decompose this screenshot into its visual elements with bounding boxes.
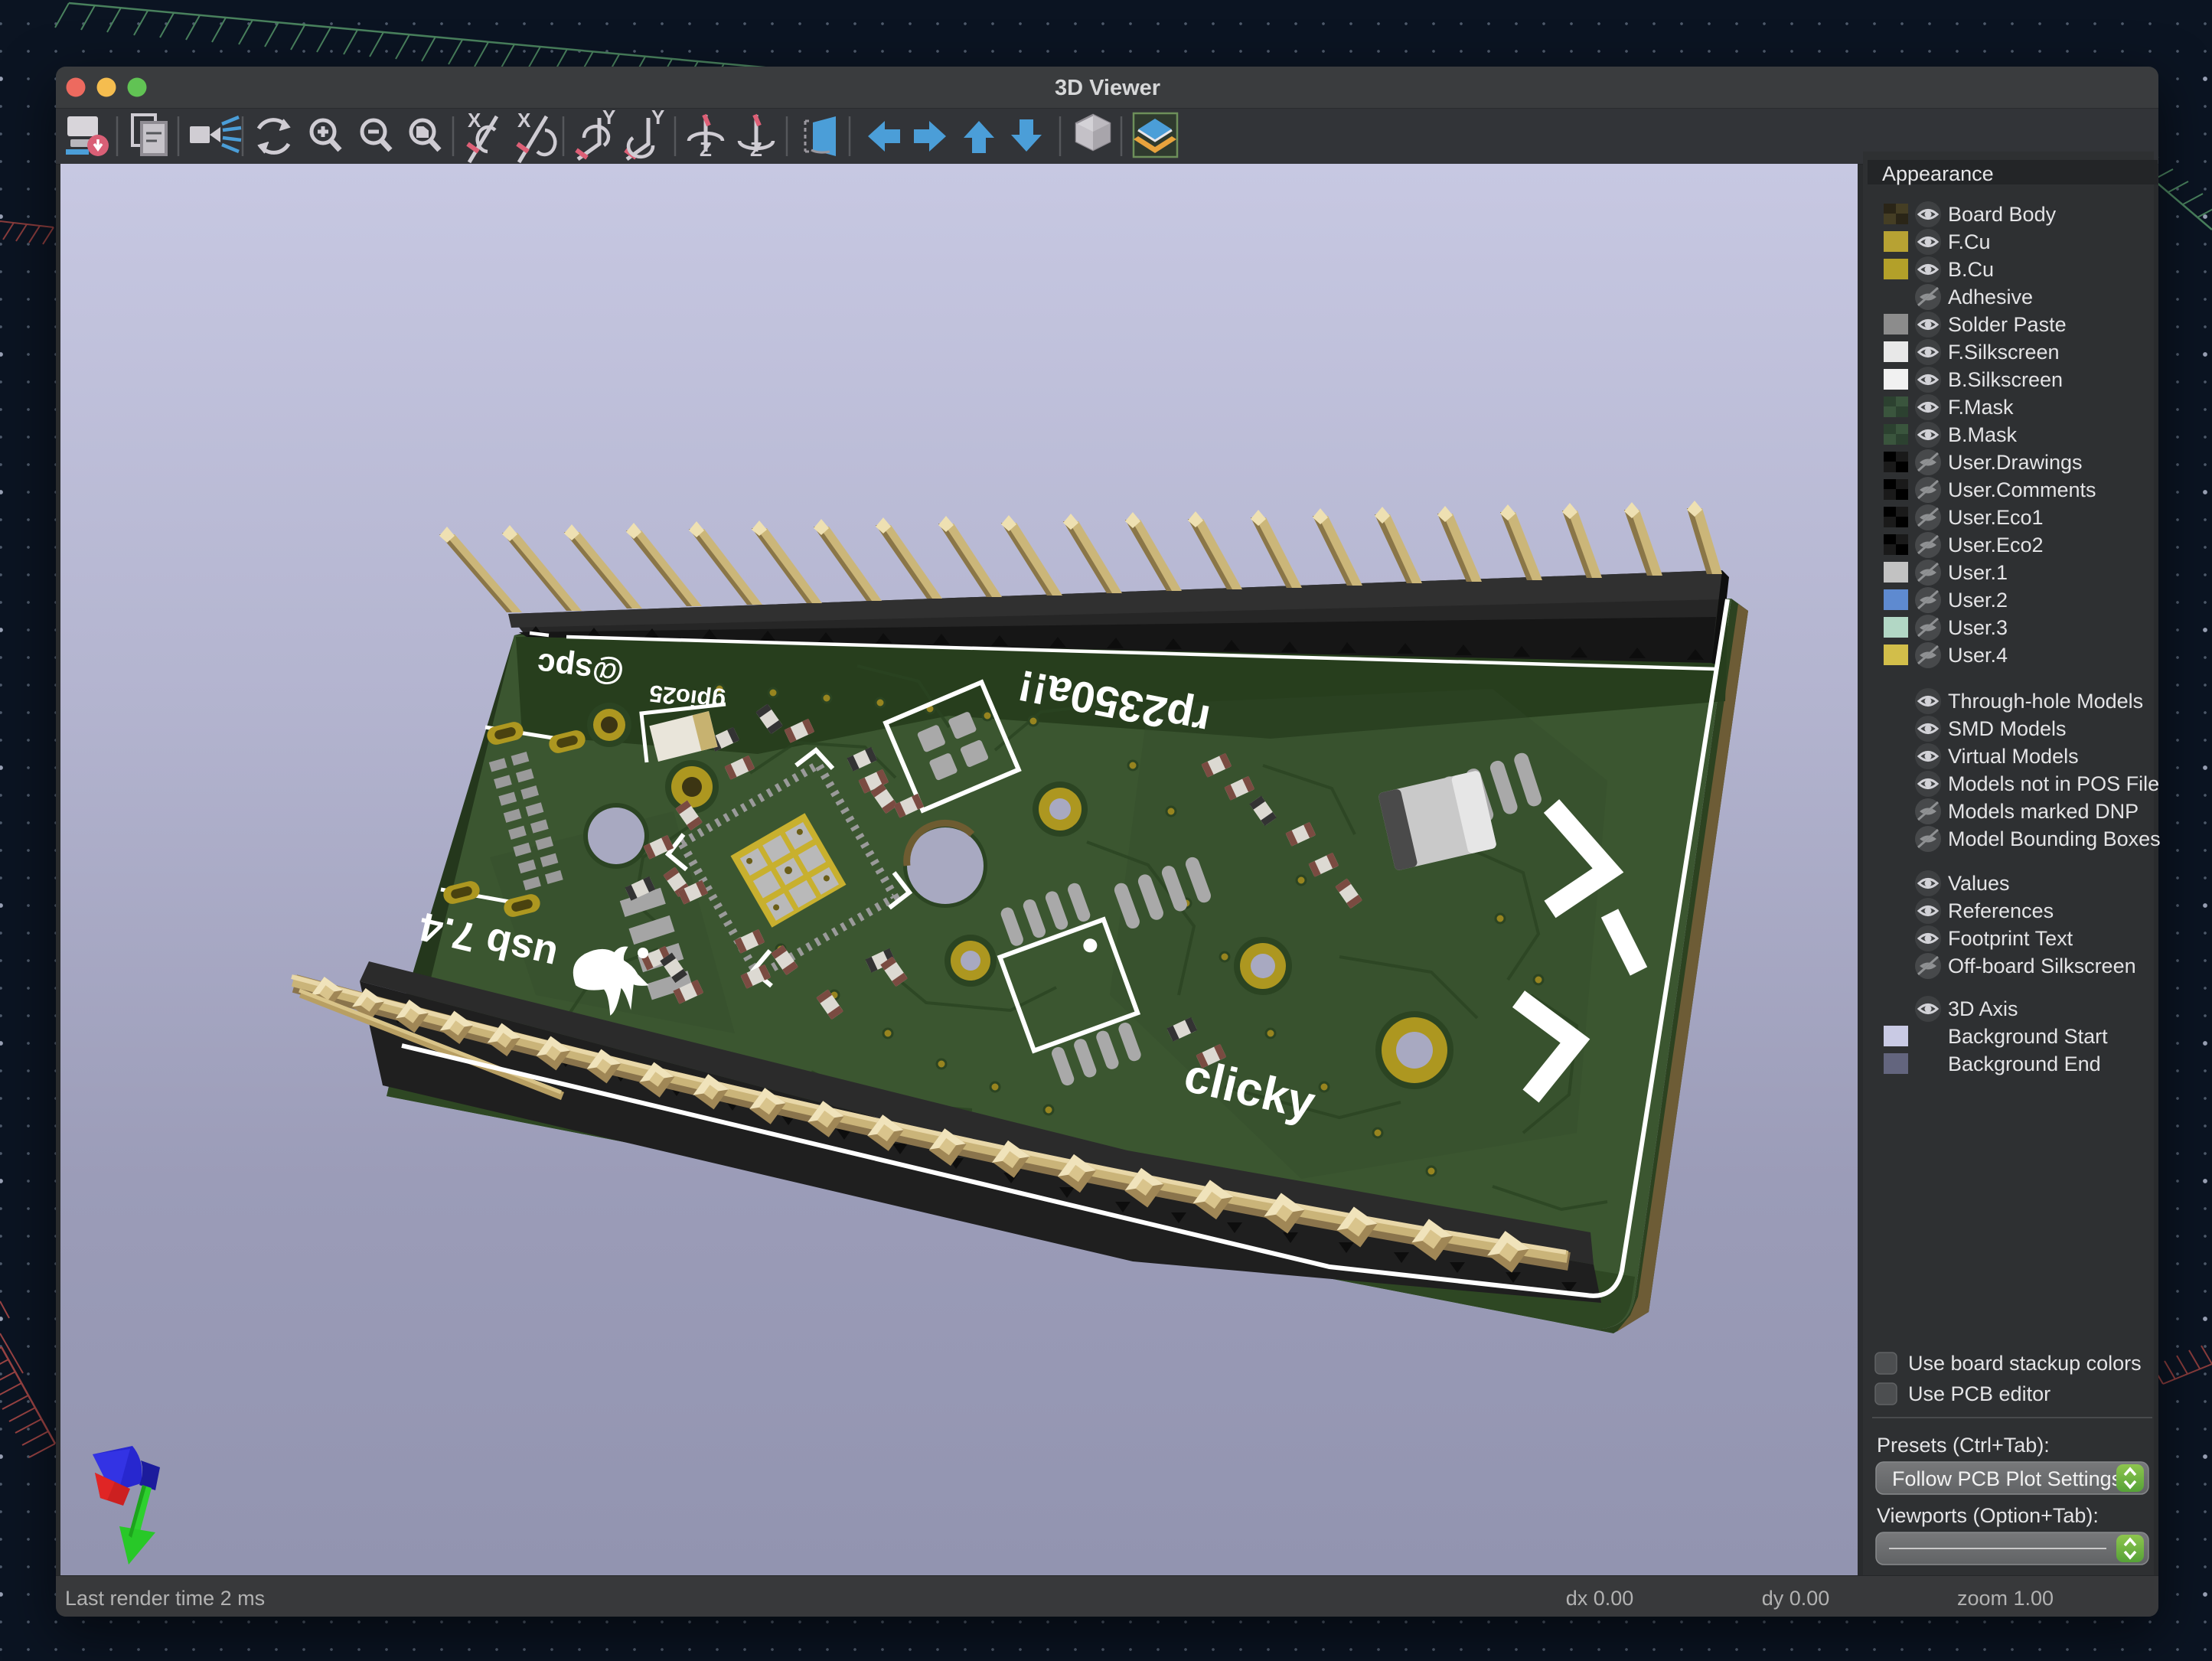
svg-text:X: X xyxy=(468,109,481,132)
svg-text:Models not in POS File: Models not in POS File xyxy=(1948,772,2159,795)
svg-text:User.1: User.1 xyxy=(1948,561,2008,584)
svg-text:B.Mask: B.Mask xyxy=(1948,423,2018,446)
svg-text:Y: Y xyxy=(651,106,664,129)
svg-text:3D Viewer: 3D Viewer xyxy=(1055,76,1160,100)
svg-text:Use board stackup colors: Use board stackup colors xyxy=(1908,1352,2142,1375)
svg-text:X: X xyxy=(517,109,531,132)
svg-text:User.Comments: User.Comments xyxy=(1948,478,2096,501)
svg-text:Follow PCB Plot Settings: Follow PCB Plot Settings xyxy=(1892,1467,2122,1490)
svg-text:Adhesive: Adhesive xyxy=(1948,286,2033,308)
svg-text:Virtual Models: Virtual Models xyxy=(1948,745,2079,768)
svg-text:Background Start: Background Start xyxy=(1948,1025,2108,1048)
svg-text:Board Body: Board Body xyxy=(1948,203,2057,226)
svg-text:Through-hole Models: Through-hole Models xyxy=(1948,690,2143,713)
svg-text:Background End: Background End xyxy=(1948,1052,2101,1075)
svg-text:Y: Y xyxy=(602,106,615,129)
svg-text:F.Silkscreen: F.Silkscreen xyxy=(1948,341,2060,364)
svg-text:Last render time 2 ms: Last render time 2 ms xyxy=(65,1587,265,1610)
svg-text:Use PCB editor: Use PCB editor xyxy=(1908,1382,2051,1405)
svg-text:User.3: User.3 xyxy=(1948,616,2008,639)
svg-text:dy 0.00: dy 0.00 xyxy=(1762,1587,1830,1610)
svg-text:dx 0.00: dx 0.00 xyxy=(1566,1587,1634,1610)
svg-text:F.Mask: F.Mask xyxy=(1948,396,2014,419)
svg-text:Models marked DNP: Models marked DNP xyxy=(1948,800,2139,823)
svg-text:Model Bounding Boxes: Model Bounding Boxes xyxy=(1948,827,2161,850)
svg-text:Presets (Ctrl+Tab):: Presets (Ctrl+Tab): xyxy=(1877,1434,2050,1457)
svg-text:User.Eco1: User.Eco1 xyxy=(1948,506,2044,529)
svg-text:Off-board Silkscreen: Off-board Silkscreen xyxy=(1948,955,2136,977)
svg-text:zoom 1.00: zoom 1.00 xyxy=(1957,1587,2054,1610)
svg-text:User.Eco2: User.Eco2 xyxy=(1948,534,2044,556)
svg-text:B.Cu: B.Cu xyxy=(1948,258,1994,281)
svg-text:Footprint Text: Footprint Text xyxy=(1948,927,2073,950)
svg-text:Solder Paste: Solder Paste xyxy=(1948,313,2067,336)
svg-text:User.Drawings: User.Drawings xyxy=(1948,451,2083,474)
svg-text:User.2: User.2 xyxy=(1948,589,2008,612)
svg-text:F.Cu: F.Cu xyxy=(1948,230,1991,253)
svg-text:3D Axis: 3D Axis xyxy=(1948,997,2018,1020)
svg-text:User.4: User.4 xyxy=(1948,644,2008,667)
svg-text:References: References xyxy=(1948,899,2054,922)
svg-text:Appearance: Appearance xyxy=(1882,162,1994,185)
svg-text:Values: Values xyxy=(1948,872,2010,895)
svg-text:Viewports (Option+Tab):: Viewports (Option+Tab): xyxy=(1877,1504,2099,1527)
svg-text:B.Silkscreen: B.Silkscreen xyxy=(1948,368,2063,391)
svg-text:SMD Models: SMD Models xyxy=(1948,717,2067,740)
